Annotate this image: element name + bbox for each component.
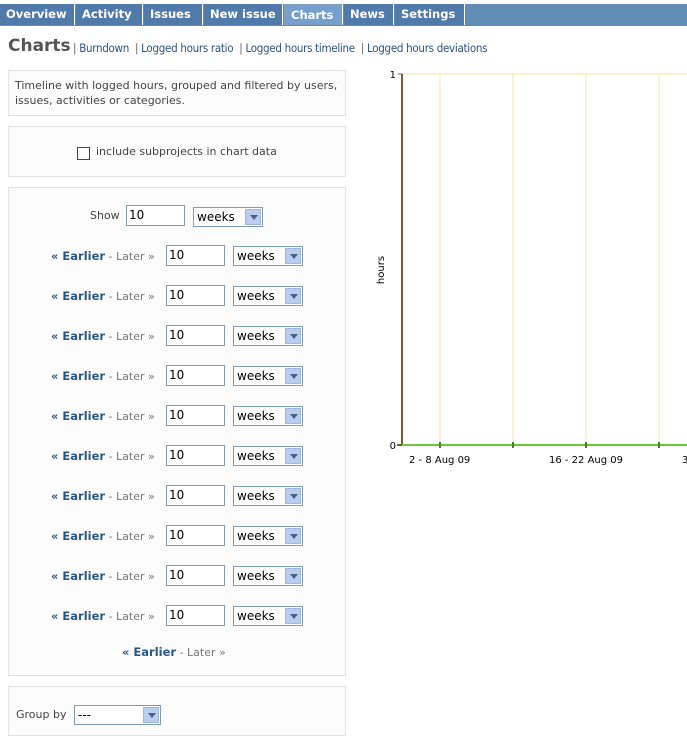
chevron-down-icon: [285, 288, 301, 304]
earlier-link[interactable]: « Earlier: [51, 409, 105, 423]
tab-settings[interactable]: Settings: [395, 4, 465, 25]
range-unit-select[interactable]: weeks: [233, 326, 303, 346]
later-link[interactable]: - Later »: [105, 450, 155, 463]
range-unit-select[interactable]: weeks: [233, 406, 303, 426]
include-subprojects-checkbox[interactable]: [77, 147, 90, 160]
later-link[interactable]: - Later »: [105, 410, 155, 423]
range-unit-select[interactable]: weeks: [233, 246, 303, 266]
show-unit-select[interactable]: weeks: [193, 207, 263, 227]
groupby-select[interactable]: ---: [74, 705, 161, 725]
page-title: Charts: [8, 36, 71, 56]
range-unit-select[interactable]: weeks: [233, 366, 303, 386]
range-count-input[interactable]: 10: [166, 525, 225, 546]
pager-earlier-link[interactable]: « Earlier: [122, 645, 176, 659]
chevron-down-icon: [285, 328, 301, 344]
tab-news[interactable]: News: [344, 4, 394, 25]
y-tick-label: 0: [390, 441, 396, 452]
range-nav: « Earlier - Later »: [51, 289, 155, 303]
earlier-link[interactable]: « Earlier: [51, 249, 105, 263]
later-link[interactable]: - Later »: [105, 490, 155, 503]
range-nav: « Earlier - Later »: [51, 249, 155, 263]
range-count-input[interactable]: 10: [166, 445, 225, 466]
main-menu: Overview Activity Issues New issue Charts New…: [0, 4, 687, 26]
link-logged-hours-ratio[interactable]: Logged hours ratio: [141, 41, 233, 55]
earlier-link[interactable]: « Earlier: [51, 369, 105, 383]
pager-later-link[interactable]: - Later »: [176, 646, 226, 659]
range-count-input[interactable]: 10: [166, 605, 225, 626]
y-axis-label: hours: [376, 256, 387, 284]
x-tick-label: 2 - 8 Aug 09: [409, 455, 470, 466]
range-count-input[interactable]: 10: [166, 405, 225, 426]
later-link[interactable]: - Later »: [105, 250, 155, 263]
range-nav: « Earlier - Later »: [51, 369, 155, 383]
range-unit-select[interactable]: weeks: [233, 566, 303, 586]
tab-overview[interactable]: Overview: [0, 4, 75, 25]
earlier-link[interactable]: « Earlier: [51, 449, 105, 463]
chevron-down-icon: [285, 248, 301, 264]
chevron-down-icon: [245, 209, 261, 225]
earlier-link[interactable]: « Earlier: [51, 569, 105, 583]
chart-links: | Burndown | Logged hours ratio | Logged ho…: [73, 41, 488, 55]
range-count-input[interactable]: 10: [166, 565, 225, 586]
x-tick-label: 3: [682, 455, 687, 466]
range-count-input[interactable]: 10: [166, 485, 225, 506]
range-count-input[interactable]: 10: [166, 365, 225, 386]
range-unit-select[interactable]: weeks: [233, 526, 303, 546]
range-nav: « Earlier - Later »: [51, 489, 155, 503]
range-unit-select[interactable]: weeks: [233, 486, 303, 506]
chevron-down-icon: [285, 608, 301, 624]
chevron-down-icon: [285, 488, 301, 504]
range-nav: « Earlier - Later »: [51, 449, 155, 463]
y-tick-label: 1: [390, 70, 396, 81]
range-unit-select[interactable]: weeks: [233, 286, 303, 306]
range-nav: « Earlier - Later »: [51, 609, 155, 623]
subprojects-box: include subprojects in chart data: [8, 126, 346, 177]
chart-description: Timeline with logged hours, grouped and …: [8, 70, 346, 116]
range-unit-select[interactable]: weeks: [233, 606, 303, 626]
link-burndown[interactable]: Burndown: [79, 41, 129, 55]
include-subprojects-label: include subprojects in chart data: [96, 145, 277, 158]
chevron-down-icon: [285, 528, 301, 544]
tab-activity[interactable]: Activity: [76, 4, 143, 25]
later-link[interactable]: - Later »: [105, 370, 155, 383]
show-label: Show: [90, 209, 120, 222]
chevron-down-icon: [285, 568, 301, 584]
tab-new-issue[interactable]: New issue: [204, 4, 283, 25]
range-nav: « Earlier - Later »: [51, 329, 155, 343]
earlier-link[interactable]: « Earlier: [51, 529, 105, 543]
later-link[interactable]: - Later »: [105, 290, 155, 303]
logged-hours-chart: 0 1 2 - 8 Aug 09 16 - 22 Aug 09 3 hours: [376, 70, 687, 466]
earlier-link[interactable]: « Earlier: [51, 329, 105, 343]
range-count-input[interactable]: 10: [166, 285, 225, 306]
link-logged-hours-deviations[interactable]: Logged hours deviations: [367, 41, 488, 55]
pager: « Earlier - Later »: [122, 645, 226, 659]
tab-issues[interactable]: Issues: [144, 4, 203, 25]
range-nav: « Earlier - Later »: [51, 569, 155, 583]
range-nav: « Earlier - Later »: [51, 409, 155, 423]
chevron-down-icon: [285, 368, 301, 384]
earlier-link[interactable]: « Earlier: [51, 489, 105, 503]
later-link[interactable]: - Later »: [105, 610, 155, 623]
chevron-down-icon: [143, 707, 159, 723]
later-link[interactable]: - Later »: [105, 330, 155, 343]
x-tick-label: 16 - 22 Aug 09: [549, 455, 623, 466]
range-box: Show 10 weeks « Earlier - Later » 10 weeks…: [8, 187, 346, 676]
range-count-input[interactable]: 10: [166, 325, 225, 346]
range-nav: « Earlier - Later »: [51, 529, 155, 543]
range-unit-select[interactable]: weeks: [233, 446, 303, 466]
later-link[interactable]: - Later »: [105, 530, 155, 543]
groupby-label: Group by: [16, 708, 67, 721]
later-link[interactable]: - Later »: [105, 570, 155, 583]
show-count-input[interactable]: 10: [126, 205, 185, 226]
earlier-link[interactable]: « Earlier: [51, 289, 105, 303]
chevron-down-icon: [285, 408, 301, 424]
link-logged-hours-timeline[interactable]: Logged hours timeline: [245, 41, 355, 55]
earlier-link[interactable]: « Earlier: [51, 609, 105, 623]
tab-charts[interactable]: Charts: [284, 4, 343, 25]
range-count-input[interactable]: 10: [166, 245, 225, 266]
chevron-down-icon: [285, 448, 301, 464]
